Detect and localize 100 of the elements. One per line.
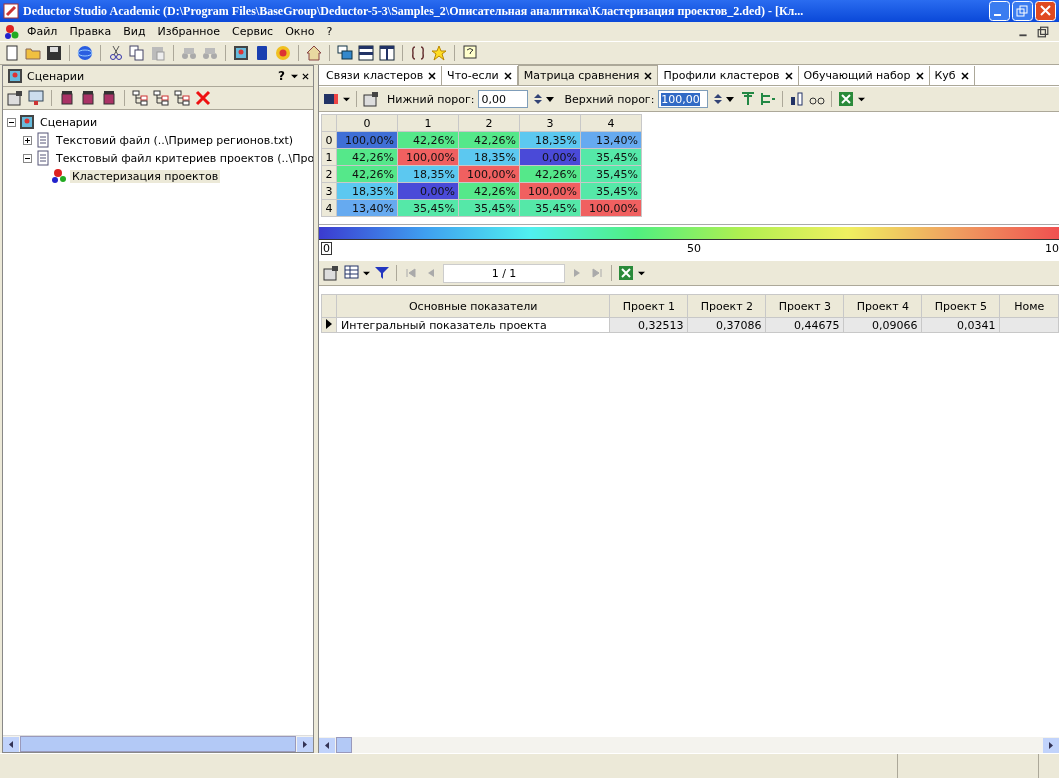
column-header[interactable]: Основные показатели — [336, 294, 610, 318]
scrollbar[interactable] — [319, 737, 1059, 753]
scale-label: 50 — [687, 242, 701, 255]
tab[interactable]: Куб — [929, 66, 975, 85]
filter-icon[interactable] — [374, 265, 390, 281]
menu-item[interactable]: Правка — [64, 25, 117, 38]
table-cell: Интегральный показатель проекта — [341, 318, 547, 332]
close-icon[interactable] — [302, 72, 309, 80]
collapse-icon[interactable] — [7, 117, 16, 127]
spreadsheet-icon[interactable] — [838, 91, 855, 107]
close-icon[interactable] — [428, 71, 437, 80]
menu-item[interactable]: ? — [321, 25, 338, 38]
delete-icon[interactable] — [195, 90, 211, 106]
spin-icon[interactable] — [712, 93, 737, 105]
upper-threshold-label: Верхний порог: — [564, 92, 655, 106]
portrait-icon — [19, 114, 35, 130]
tree-icon[interactable] — [174, 90, 190, 106]
close-icon[interactable] — [915, 71, 924, 80]
properties-icon[interactable] — [7, 90, 23, 106]
scroll-right-icon[interactable] — [1043, 737, 1059, 753]
dropdown-icon[interactable] — [291, 72, 298, 80]
dropdown-icon[interactable] — [363, 269, 370, 277]
tab[interactable]: Профили кластеров — [658, 66, 799, 85]
scroll-left-icon[interactable] — [3, 736, 19, 752]
dots-icon — [4, 23, 20, 40]
expand-icon[interactable] — [23, 135, 32, 145]
close-icon[interactable] — [644, 71, 653, 80]
folder-icon[interactable] — [25, 45, 41, 61]
tab[interactable]: Что-если — [442, 66, 518, 85]
menu-item[interactable]: Сервис — [227, 25, 279, 38]
tab[interactable]: Обучающий набор — [798, 66, 930, 85]
column-header[interactable]: Номе — [999, 294, 1059, 318]
properties-icon[interactable] — [323, 265, 339, 281]
column-header[interactable]: Проект 1 — [609, 294, 688, 318]
house-icon[interactable] — [306, 45, 322, 61]
collapse-icon[interactable] — [23, 153, 32, 163]
page-field[interactable]: 1 / 1 — [443, 263, 565, 283]
windows-icon[interactable] — [337, 45, 353, 61]
star-icon[interactable] — [431, 45, 447, 61]
column-header[interactable]: Проект 5 — [921, 294, 1000, 318]
menu-item[interactable]: Окно — [280, 25, 320, 38]
scale-label: 10 — [1045, 242, 1059, 255]
minimize-icon[interactable] — [989, 1, 1010, 21]
column-header[interactable]: Проект 2 — [687, 294, 766, 318]
monitor-icon[interactable] — [28, 90, 44, 106]
scissors-icon[interactable] — [108, 45, 124, 61]
spin-icon[interactable] — [532, 93, 557, 105]
table-cell: 0,09066 — [871, 318, 918, 332]
book-icon[interactable] — [254, 45, 270, 61]
column-header: 2 — [458, 114, 520, 132]
tree-icon[interactable] — [153, 90, 169, 106]
close-icon[interactable] — [503, 71, 512, 80]
close-icon[interactable] — [960, 71, 969, 80]
globe-icon[interactable] — [77, 45, 93, 61]
save-icon[interactable] — [46, 45, 62, 61]
scroll-left-icon[interactable] — [319, 737, 335, 753]
copy-icon[interactable] — [129, 45, 145, 61]
column-header: 1 — [397, 114, 459, 132]
braces-icon[interactable] — [410, 45, 426, 61]
restore-icon[interactable] — [1012, 1, 1033, 21]
panel-title: Сценарии — [27, 69, 85, 83]
help-button[interactable]: ? — [276, 69, 287, 83]
menu-item[interactable]: Файл — [22, 25, 63, 38]
properties-icon[interactable] — [363, 91, 379, 107]
scroll-right-icon[interactable] — [297, 736, 313, 752]
tree-item[interactable]: Текстовий файл (..\Пример регионов.txt) — [54, 133, 296, 147]
tree-item[interactable]: Текстовый файл критериев проектов (..\Про — [54, 151, 313, 165]
spreadsheet-icon[interactable] — [618, 265, 634, 281]
dropdown-icon[interactable] — [858, 95, 866, 103]
grid-icon[interactable] — [343, 265, 359, 281]
column-header[interactable]: Проект 3 — [765, 294, 844, 318]
column-header[interactable]: Проект 4 — [843, 294, 922, 318]
restore-icon[interactable] — [1037, 25, 1049, 38]
dropdown-icon[interactable] — [638, 269, 645, 277]
scroll-thumb[interactable] — [336, 737, 352, 753]
menu-item[interactable]: Вид — [118, 25, 151, 38]
menu-item[interactable]: Избранное — [152, 25, 226, 38]
circle-icon[interactable] — [275, 45, 291, 61]
tab[interactable]: Связи кластеров — [321, 66, 443, 85]
box-icon[interactable] — [101, 90, 117, 106]
tree-item[interactable]: Кластеризация проектов — [70, 169, 221, 183]
box-icon[interactable] — [59, 90, 75, 106]
close-icon[interactable] — [784, 71, 793, 80]
scale-label: 0 — [321, 242, 332, 255]
page-icon[interactable] — [4, 45, 20, 61]
tab[interactable]: Матрица сравнения — [517, 65, 659, 85]
chart-icon[interactable] — [789, 91, 806, 107]
scroll-thumb[interactable] — [20, 736, 296, 752]
lower-threshold-field[interactable]: 0,00 — [478, 90, 529, 108]
box-icon[interactable] — [80, 90, 96, 106]
portrait-icon[interactable] — [233, 45, 249, 61]
document-icon — [35, 150, 51, 166]
scrollbar[interactable] — [3, 735, 313, 752]
help-icon[interactable] — [462, 45, 478, 61]
tree-icon[interactable] — [132, 90, 148, 106]
lower-threshold-label: Нижний порог: — [387, 92, 475, 106]
upper-threshold-field[interactable]: 100,00 — [658, 90, 709, 108]
column-header: 0 — [336, 114, 398, 132]
dropdown-icon[interactable] — [343, 95, 350, 103]
tree-item[interactable]: Сценарии — [38, 115, 100, 129]
